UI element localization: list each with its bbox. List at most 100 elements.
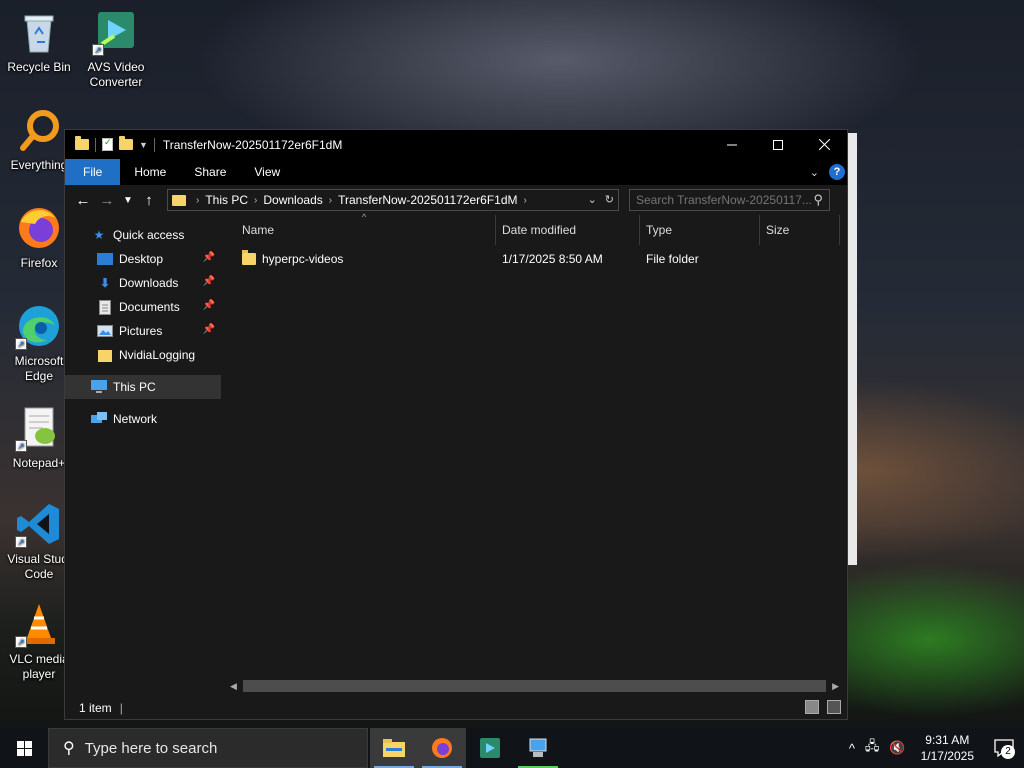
tab-view[interactable]: View bbox=[240, 159, 294, 185]
large-icons-view-icon[interactable] bbox=[827, 700, 841, 714]
taskbar-search-box[interactable]: ⚲ Type here to search bbox=[48, 728, 368, 768]
minimize-button[interactable] bbox=[709, 130, 755, 159]
search-box[interactable]: ⚲ bbox=[629, 189, 830, 211]
folder-icon bbox=[242, 250, 256, 265]
breadcrumb-this-pc[interactable]: This PC bbox=[205, 193, 248, 207]
pictures-icon bbox=[97, 323, 113, 339]
file-explorer-icon bbox=[383, 739, 405, 757]
clock-date: 1/17/2025 bbox=[920, 749, 974, 763]
folder-icon bbox=[75, 136, 89, 150]
quick-access-toolbar: ▼ bbox=[65, 136, 155, 152]
desktop-icon-avs-video-converter[interactable]: ↗ AVS Video Converter bbox=[77, 8, 155, 90]
notifications-button[interactable]: 2 bbox=[984, 728, 1024, 768]
status-bar: 1 item | bbox=[65, 697, 847, 719]
star-icon: ★ bbox=[93, 228, 105, 242]
notepad-plus-plus-icon: ↗ bbox=[15, 404, 63, 452]
volume-muted-icon[interactable]: 🔇 bbox=[889, 740, 905, 756]
chevron-right-icon[interactable]: › bbox=[254, 195, 257, 206]
column-header-name[interactable]: ^ Name bbox=[222, 212, 496, 245]
address-dropdown-icon[interactable]: ⌄ bbox=[588, 193, 597, 206]
vlc-cone-icon: ↗ bbox=[15, 600, 63, 648]
windows-logo-icon bbox=[16, 740, 32, 756]
close-icon bbox=[818, 139, 830, 150]
network-icon bbox=[91, 411, 107, 427]
item-count: 1 item bbox=[79, 701, 112, 715]
search-icon: ⚲ bbox=[813, 192, 823, 207]
breadcrumb-downloads[interactable]: Downloads bbox=[263, 193, 322, 207]
nav-item-desktop[interactable]: Desktop 📌 bbox=[65, 247, 221, 271]
everything-search-icon bbox=[15, 106, 63, 154]
show-hidden-icons-chevron-up-icon[interactable]: ^ bbox=[849, 741, 855, 756]
pin-icon: 📌 bbox=[202, 300, 215, 311]
customize-toolbar-icon[interactable]: ▼ bbox=[139, 140, 148, 150]
shortcut-arrow-icon: ↗ bbox=[15, 536, 27, 548]
taskbar-network-app[interactable] bbox=[514, 728, 562, 768]
column-header-type[interactable]: Type bbox=[640, 215, 760, 245]
clock[interactable]: 9:31 AM 1/17/2025 bbox=[921, 732, 974, 764]
shortcut-arrow-icon: ↗ bbox=[15, 440, 27, 452]
nav-quick-access[interactable]: ★ Quick access bbox=[65, 223, 221, 247]
tab-file[interactable]: File bbox=[65, 159, 121, 185]
column-header-size[interactable]: Size bbox=[760, 215, 840, 245]
avs-video-converter-icon: ↗ bbox=[92, 8, 140, 56]
avs-video-converter-icon bbox=[480, 738, 500, 758]
start-button[interactable] bbox=[0, 728, 48, 768]
system-tray: ^ 🖧 🔇 9:31 AM 1/17/2025 2 bbox=[844, 728, 1024, 768]
breadcrumb-current-folder[interactable]: TransferNow-202501172er6F1dM bbox=[338, 193, 517, 207]
expand-ribbon-icon[interactable]: ⌄ bbox=[810, 166, 819, 179]
close-button[interactable] bbox=[801, 130, 847, 159]
forward-button[interactable]: → bbox=[95, 192, 119, 209]
nav-item-nvidialogging[interactable]: NvidiaLogging bbox=[65, 343, 221, 367]
back-button[interactable]: ← bbox=[71, 192, 95, 209]
address-bar[interactable]: › This PC › Downloads › TransferNow-2025… bbox=[167, 189, 619, 211]
nav-network[interactable]: Network bbox=[65, 407, 221, 431]
sort-ascending-icon: ^ bbox=[362, 212, 367, 222]
scroll-left-icon[interactable]: ◀ bbox=[230, 681, 237, 692]
visual-studio-code-icon: ↗ bbox=[15, 500, 63, 548]
up-button[interactable]: ↑ bbox=[137, 192, 161, 209]
tab-home[interactable]: Home bbox=[120, 159, 180, 185]
window-title: TransferNow-202501172er6F1dM bbox=[162, 137, 343, 152]
desktop-icon-recycle-bin[interactable]: Recycle Bin bbox=[0, 8, 78, 75]
background-window-edge bbox=[848, 133, 857, 565]
horizontal-scrollbar[interactable]: ◀ ▶ bbox=[230, 679, 839, 693]
nav-this-pc[interactable]: This PC bbox=[65, 375, 221, 399]
network-status-icon[interactable]: 🖧 bbox=[865, 737, 880, 759]
help-icon[interactable]: ? bbox=[829, 164, 845, 180]
scroll-right-icon[interactable]: ▶ bbox=[832, 681, 839, 692]
details-view-icon[interactable] bbox=[805, 700, 819, 714]
desktop-icon-label: Recycle Bin bbox=[7, 60, 71, 74]
file-list[interactable]: ^ Name Date modified Type Size hyperpc-v… bbox=[221, 212, 847, 697]
column-header-date-modified[interactable]: Date modified bbox=[496, 215, 640, 245]
chevron-right-icon[interactable]: › bbox=[329, 195, 332, 206]
refresh-icon[interactable]: ↻ bbox=[605, 193, 614, 206]
maximize-button[interactable] bbox=[755, 130, 801, 159]
nav-item-documents[interactable]: Documents 📌 bbox=[65, 295, 221, 319]
chevron-right-icon[interactable]: › bbox=[524, 195, 527, 206]
taskbar-firefox[interactable] bbox=[418, 728, 466, 768]
nav-item-downloads[interactable]: ⬇ Downloads 📌 bbox=[65, 271, 221, 295]
clock-time: 9:31 AM bbox=[925, 733, 970, 747]
file-explorer-window[interactable]: ▼ TransferNow-202501172er6F1dM File Home… bbox=[64, 129, 848, 720]
search-input[interactable] bbox=[636, 193, 811, 207]
chevron-right-icon[interactable]: › bbox=[196, 195, 199, 206]
nav-item-pictures[interactable]: Pictures 📌 bbox=[65, 319, 221, 343]
title-bar[interactable]: ▼ TransferNow-202501172er6F1dM bbox=[65, 130, 847, 159]
tab-share[interactable]: Share bbox=[180, 159, 240, 185]
scrollbar-thumb[interactable] bbox=[242, 680, 827, 692]
firefox-icon bbox=[432, 738, 452, 758]
file-date-modified: 1/17/2025 8:50 AM bbox=[502, 252, 603, 266]
firefox-icon bbox=[15, 204, 63, 252]
minimize-icon bbox=[727, 144, 737, 145]
taskbar-avs-video-converter[interactable] bbox=[466, 728, 514, 768]
shortcut-arrow-icon: ↗ bbox=[15, 636, 27, 648]
ribbon-tabs: File Home Share View ⌄ ? bbox=[65, 159, 847, 185]
navigation-pane: ★ Quick access Desktop 📌 ⬇ Downloads 📌 D… bbox=[65, 215, 221, 697]
taskbar-file-explorer[interactable] bbox=[370, 728, 418, 768]
shortcut-arrow-icon: ↗ bbox=[15, 338, 27, 350]
new-folder-icon[interactable] bbox=[119, 136, 133, 150]
properties-icon[interactable] bbox=[102, 137, 113, 151]
recent-locations-button[interactable]: ▼ bbox=[119, 195, 137, 206]
table-row[interactable]: hyperpc-videos 1/17/2025 8:50 AM File fo… bbox=[222, 247, 847, 271]
notification-count-badge: 2 bbox=[1001, 745, 1015, 759]
